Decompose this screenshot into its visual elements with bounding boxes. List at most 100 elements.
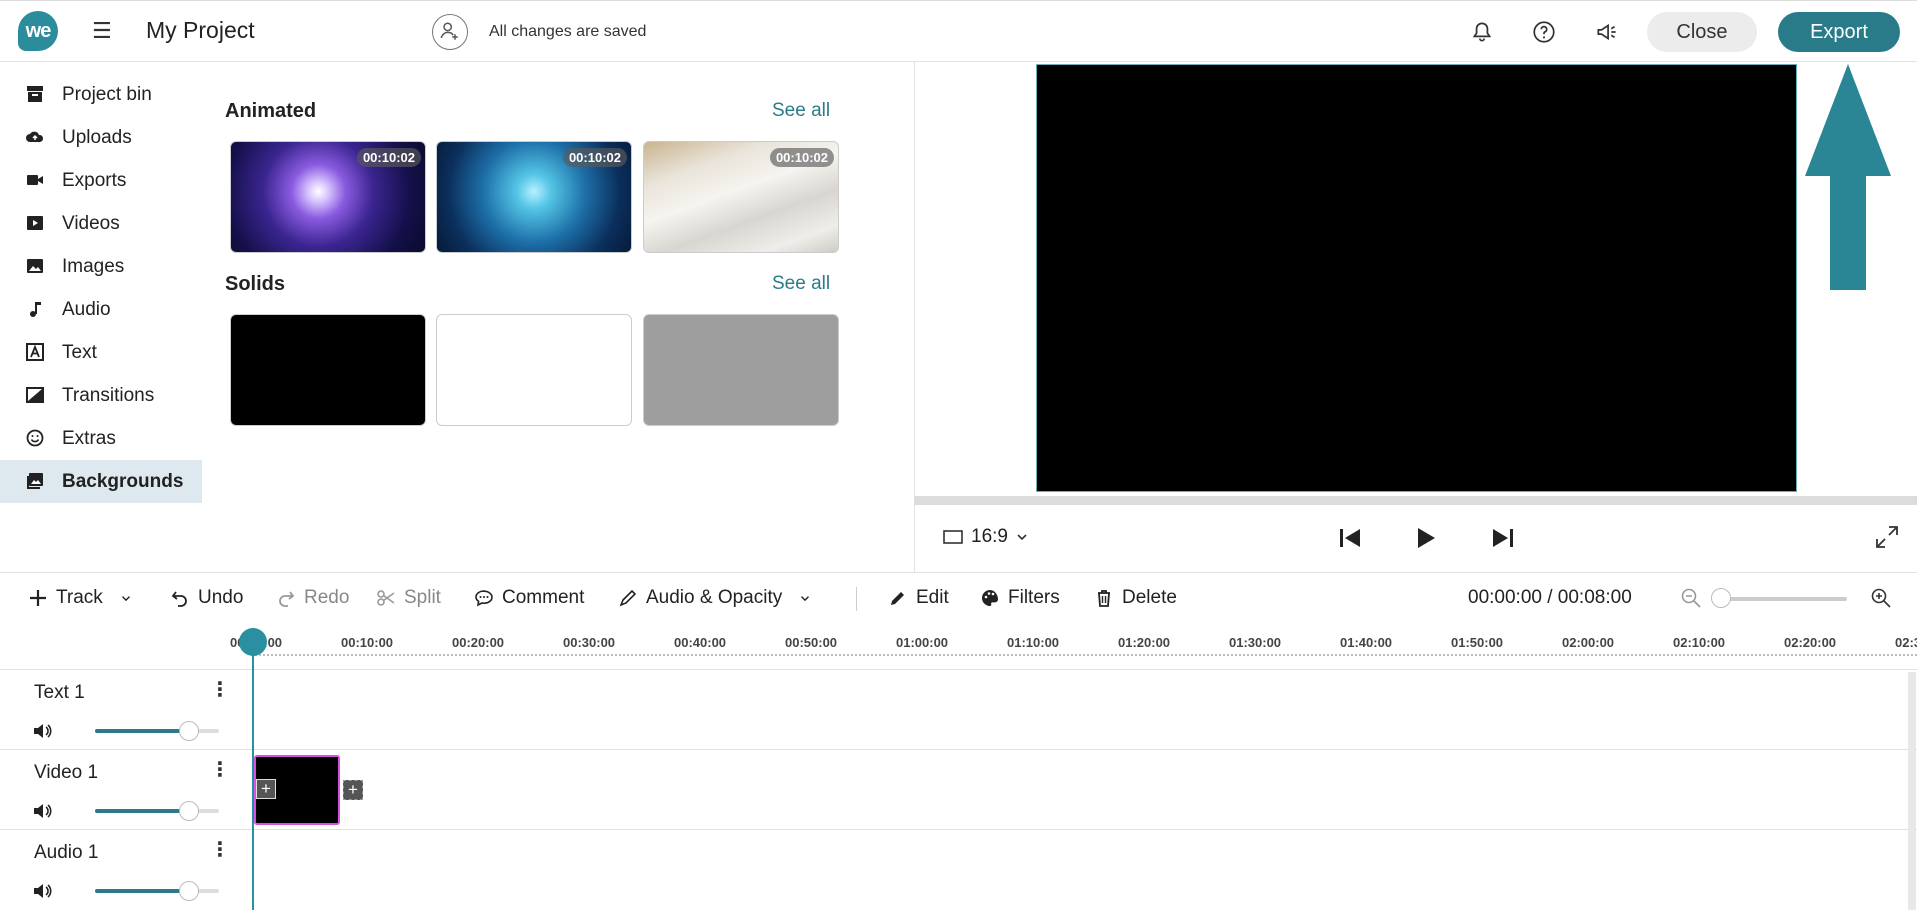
volume-slider-fill — [95, 889, 188, 893]
pencil-icon — [619, 589, 637, 607]
volume-icon[interactable] — [32, 882, 52, 900]
sidebar-item-text[interactable]: Text — [0, 331, 202, 374]
trash-icon — [1098, 590, 1110, 607]
more-vertical-icon[interactable]: ⋮ — [210, 680, 230, 700]
skip-to-start-icon[interactable] — [1336, 524, 1364, 552]
timeline-ruler[interactable]: 00:00:0000:10:0000:20:0000:30:0000:40:00… — [230, 624, 1917, 669]
video-clip[interactable]: + — [254, 755, 340, 825]
sidebar-item-label: Videos — [62, 213, 120, 234]
image-icon — [27, 259, 43, 273]
undo-button[interactable]: Undo — [170, 587, 243, 609]
ruler-tick-label: 00:40:00 — [674, 635, 727, 650]
add-before-plus-icon[interactable]: + — [256, 779, 276, 799]
animated-background-thumb[interactable]: 00:10:02 — [230, 141, 426, 253]
video-camera-icon — [27, 175, 43, 185]
ruler-tick-label: 02:20:00 — [1784, 635, 1837, 650]
volume-icon[interactable] — [32, 802, 52, 820]
sidebar-item-uploads[interactable]: Uploads — [0, 116, 202, 159]
hamburger-menu-icon[interactable]: ☰ — [92, 19, 112, 43]
ruler-tick-label: 00:10:00 — [341, 635, 394, 650]
zoom-in-icon[interactable] — [1870, 587, 1892, 609]
comment-button[interactable]: Comment — [474, 587, 584, 609]
duration-badge: 00:10:02 — [356, 148, 421, 167]
split-button[interactable]: Split — [376, 587, 441, 609]
announcements-megaphone-icon[interactable] — [1594, 19, 1620, 45]
animated-section-title: Animated — [225, 100, 317, 122]
text-track[interactable]: Text 1 ⋮ — [0, 669, 1917, 749]
volume-slider-fill — [95, 809, 188, 813]
more-vertical-icon[interactable]: ⋮ — [210, 760, 230, 780]
volume-slider-handle[interactable] — [179, 801, 199, 821]
animated-background-thumb[interactable]: 00:10:02 — [436, 141, 632, 253]
volume-slider-handle[interactable] — [179, 881, 199, 901]
more-vertical-icon[interactable]: ⋮ — [210, 840, 230, 860]
sidebar-item-audio[interactable]: Audio — [0, 288, 202, 331]
zoom-slider-handle[interactable] — [1711, 588, 1731, 608]
volume-icon[interactable] — [32, 722, 52, 740]
solid-white-swatch[interactable] — [436, 314, 632, 426]
ruler-tick-label: 02:30:00 — [1895, 635, 1917, 650]
playhead-line — [252, 642, 254, 910]
skip-to-end-icon[interactable] — [1489, 524, 1517, 552]
app-logo[interactable]: we — [18, 11, 58, 51]
ruler-tick-label: 01:10:00 — [1007, 635, 1060, 650]
export-button[interactable]: Export — [1778, 12, 1900, 52]
vertical-scrollbar[interactable] — [1908, 672, 1916, 910]
ruler-tick-label: 01:00:00 — [896, 635, 949, 650]
redo-button[interactable]: Redo — [276, 587, 349, 609]
add-collaborator-icon[interactable] — [432, 14, 468, 50]
play-icon[interactable] — [1411, 524, 1439, 552]
animated-see-all-link[interactable]: See all — [772, 100, 830, 122]
playhead-handle[interactable] — [239, 628, 267, 656]
aspect-ratio-value: 16:9 — [971, 526, 1008, 547]
sidebar-item-label: Audio — [62, 299, 111, 320]
ruler-dotted-line — [252, 654, 1917, 656]
animated-background-thumb[interactable]: 00:10:02 — [643, 141, 839, 253]
project-title[interactable]: My Project — [146, 17, 255, 44]
preview-canvas[interactable] — [1036, 64, 1797, 492]
sidebar-item-project-bin[interactable]: Project bin — [0, 73, 202, 116]
ruler-tick-label: 01:20:00 — [1118, 635, 1171, 650]
close-button[interactable]: Close — [1647, 12, 1757, 52]
zoom-out-icon[interactable] — [1680, 587, 1702, 609]
aspect-ratio-dropdown[interactable]: 16:9 — [943, 526, 1028, 548]
ruler-tick-label: 02:10:00 — [1673, 635, 1726, 650]
comment-icon — [475, 590, 493, 607]
fullscreen-icon[interactable] — [1874, 524, 1900, 550]
text-box-icon — [26, 343, 44, 361]
preview-progress-bar[interactable] — [914, 496, 1917, 505]
audio-opacity-button[interactable]: Audio & Opacity — [618, 587, 812, 609]
edit-button[interactable]: Edit — [888, 587, 949, 609]
volume-slider-handle[interactable] — [179, 721, 199, 741]
sidebar-item-videos[interactable]: Videos — [0, 202, 202, 245]
edit-pencil-icon — [891, 592, 904, 605]
solids-section-title: Solids — [225, 273, 286, 295]
add-track-button[interactable]: Track — [28, 587, 133, 609]
add-after-plus-icon[interactable]: + — [343, 780, 363, 800]
sidebar-item-label: Exports — [62, 170, 127, 191]
help-icon[interactable] — [1531, 19, 1557, 45]
toolbar-divider — [856, 587, 857, 611]
solid-gray-swatch[interactable] — [643, 314, 839, 426]
sidebar-item-label: Extras — [62, 428, 116, 449]
filters-button[interactable]: Filters — [980, 587, 1060, 609]
split-label: Split — [404, 587, 441, 608]
solids-see-all-link[interactable]: See all — [772, 273, 830, 295]
sidebar-item-label: Transitions — [62, 385, 155, 406]
track-name: Video 1 — [34, 762, 99, 783]
audio-track[interactable]: Audio 1 ⋮ — [0, 829, 1917, 910]
zoom-slider-track[interactable] — [1717, 597, 1847, 601]
sidebar-item-label: Uploads — [62, 127, 132, 148]
timecode-readout: 00:00:00 / 00:08:00 — [1468, 587, 1632, 608]
sidebar-item-images[interactable]: Images — [0, 245, 202, 288]
timeline-toolbar: Track Undo Redo Split Comment Audio & Op… — [0, 572, 1917, 624]
solid-black-swatch[interactable] — [230, 314, 426, 426]
sidebar-item-transitions[interactable]: Transitions — [0, 374, 202, 417]
sidebar-item-backgrounds[interactable]: Backgrounds — [0, 460, 202, 503]
sidebar-item-extras[interactable]: Extras — [0, 417, 202, 460]
notification-bell-icon[interactable] — [1469, 19, 1495, 45]
sidebar-item-exports[interactable]: Exports — [0, 159, 202, 202]
delete-button[interactable]: Delete — [1094, 587, 1177, 609]
backgrounds-icon — [27, 473, 43, 489]
duration-badge: 00:10:02 — [562, 148, 627, 167]
